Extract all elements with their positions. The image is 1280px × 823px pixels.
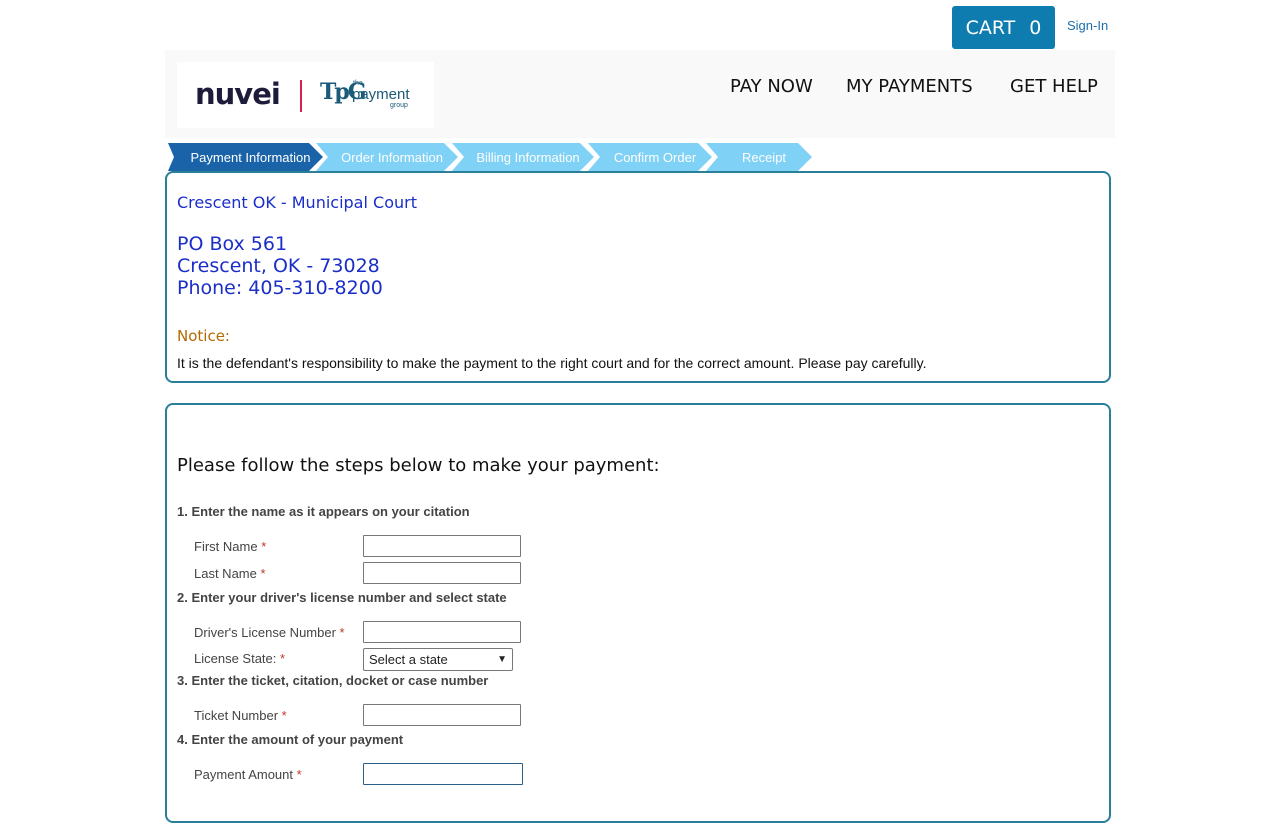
chevron-down-icon: ▼	[497, 654, 507, 665]
court-phone: Phone: 405-310-8200	[177, 277, 383, 299]
court-address-line1: PO Box 561	[177, 233, 288, 255]
required-marker: *	[281, 708, 287, 723]
step-payment-information[interactable]: Payment Information	[168, 143, 323, 171]
step-label: Payment Information	[190, 149, 311, 165]
step-label: Receipt	[741, 149, 787, 165]
step-billing-information[interactable]: Billing Information	[452, 143, 594, 171]
last-name-input[interactable]	[363, 562, 521, 584]
ticket-number-input[interactable]	[363, 704, 521, 726]
notice-label: Notice:	[177, 327, 230, 345]
required-marker: *	[260, 566, 266, 581]
step-label: Confirm Order	[613, 149, 697, 165]
notice-text: It is the defendant's responsibility to …	[177, 355, 927, 371]
site-header: nuvei TpG the payment group PAY NOW MY P…	[165, 50, 1115, 138]
sign-in-link[interactable]: Sign-In	[1067, 18, 1108, 33]
court-address-line2: Crescent, OK - 73028	[177, 255, 380, 277]
nav-pay-now[interactable]: PAY NOW	[730, 76, 813, 97]
nav-my-payments[interactable]: MY PAYMENTS	[846, 76, 973, 97]
cart-count: 0	[1029, 16, 1042, 39]
step-order-information[interactable]: Order Information	[316, 143, 458, 171]
section-license-title: 2. Enter your driver's license number an…	[177, 590, 507, 605]
step-receipt[interactable]: Receipt	[706, 143, 812, 171]
payment-amount-label: Payment Amount *	[194, 767, 302, 782]
payment-amount-input[interactable]	[363, 763, 523, 785]
license-state-value: Select a state	[369, 652, 448, 667]
step-label: Order Information	[341, 149, 443, 165]
required-marker: *	[339, 625, 345, 640]
last-name-label: Last Name *	[194, 566, 266, 581]
court-info-panel: Crescent OK - Municipal Court PO Box 561…	[165, 171, 1111, 383]
nav-get-help[interactable]: GET HELP	[1010, 76, 1098, 97]
license-number-input[interactable]	[363, 621, 521, 643]
cart-label: CART	[965, 16, 1016, 39]
top-bar: CART 0 Sign-In	[952, 6, 1112, 49]
section-ticket-title: 3. Enter the ticket, citation, docket or…	[177, 673, 489, 688]
nuvei-logo-text: nuvei	[195, 77, 281, 111]
logo-divider	[300, 80, 302, 112]
license-number-label: Driver's License Number *	[194, 625, 345, 640]
required-marker: *	[261, 539, 267, 554]
form-title: Please follow the steps below to make yo…	[177, 455, 660, 476]
court-name: Crescent OK - Municipal Court	[177, 193, 417, 212]
section-name-title: 1. Enter the name as it appears on your …	[177, 504, 470, 519]
required-marker: *	[296, 767, 302, 782]
section-amount-title: 4. Enter the amount of your payment	[177, 732, 404, 747]
cart-button[interactable]: CART 0	[952, 6, 1055, 49]
license-state-select[interactable]: Select a state ▼	[363, 648, 513, 671]
payment-form-panel: Please follow the steps below to make yo…	[165, 403, 1111, 823]
license-state-label: License State: *	[194, 651, 286, 666]
first-name-input[interactable]	[363, 535, 521, 557]
step-confirm-order[interactable]: Confirm Order	[588, 143, 712, 171]
first-name-label: First Name *	[194, 539, 267, 554]
ticket-number-label: Ticket Number *	[194, 708, 287, 723]
step-label: Billing Information	[476, 149, 580, 165]
site-logo[interactable]: nuvei TpG the payment group	[177, 62, 434, 128]
required-marker: *	[280, 651, 286, 666]
tpg-logo-payment: payment	[352, 86, 410, 103]
tpg-logo-group: group	[390, 102, 408, 109]
